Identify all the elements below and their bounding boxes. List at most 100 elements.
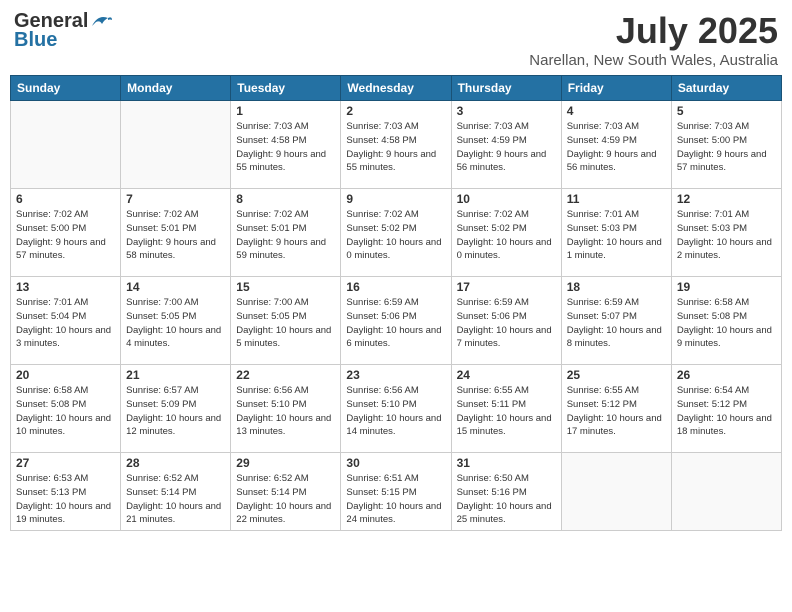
day-info: Sunrise: 7:03 AM Sunset: 4:58 PM Dayligh… <box>346 120 445 175</box>
col-saturday: Saturday <box>671 76 781 101</box>
col-friday: Friday <box>561 76 671 101</box>
day-info: Sunrise: 7:00 AM Sunset: 5:05 PM Dayligh… <box>126 296 225 351</box>
day-info: Sunrise: 6:57 AM Sunset: 5:09 PM Dayligh… <box>126 384 225 439</box>
table-row: 18 Sunrise: 6:59 AM Sunset: 5:07 PM Dayli… <box>561 277 671 365</box>
day-info: Sunrise: 7:03 AM Sunset: 4:59 PM Dayligh… <box>457 120 556 175</box>
day-info: Sunrise: 7:02 AM Sunset: 5:01 PM Dayligh… <box>236 208 335 263</box>
day-number: 1 <box>236 104 335 118</box>
day-number: 2 <box>346 104 445 118</box>
day-number: 15 <box>236 280 335 294</box>
col-wednesday: Wednesday <box>341 76 451 101</box>
table-row: 19 Sunrise: 6:58 AM Sunset: 5:08 PM Dayli… <box>671 277 781 365</box>
day-info: Sunrise: 6:51 AM Sunset: 5:15 PM Dayligh… <box>346 472 445 527</box>
table-row: 2 Sunrise: 7:03 AM Sunset: 4:58 PM Daylig… <box>341 101 451 189</box>
day-info: Sunrise: 6:59 AM Sunset: 5:07 PM Dayligh… <box>567 296 666 351</box>
table-row: 20Sunrise: 6:58 AM Sunset: 5:08 PM Dayli… <box>11 365 121 453</box>
calendar-header-row: Sunday Monday Tuesday Wednesday Thursday… <box>11 76 782 101</box>
table-row: 13 Sunrise: 7:01 AM Sunset: 5:04 PM Dayli… <box>11 277 121 365</box>
table-row: 6 Sunrise: 7:02 AM Sunset: 5:00 PM Daylig… <box>11 189 121 277</box>
table-row: 28 Sunrise: 6:52 AM Sunset: 5:14 PM Dayli… <box>121 453 231 531</box>
table-row: 1 Sunrise: 7:03 AM Sunset: 4:58 PM Daylig… <box>231 101 341 189</box>
day-number: 19 <box>677 280 776 294</box>
day-number: 25 <box>567 368 666 382</box>
table-row: 27 Sunrise: 6:53 AM Sunset: 5:13 PM Dayli… <box>11 453 121 531</box>
day-number: 30 <box>346 456 445 470</box>
col-sunday: Sunday <box>11 76 121 101</box>
calendar-table: Sunday Monday Tuesday Wednesday Thursday… <box>10 75 782 531</box>
day-number: 22 <box>236 368 335 382</box>
day-number: 11 <box>567 192 666 206</box>
day-number: 4 <box>567 104 666 118</box>
day-info: Sunrise: 6:56 AM Sunset: 5:10 PM Dayligh… <box>346 384 445 439</box>
day-info: Sunrise: 6:50 AM Sunset: 5:16 PM Dayligh… <box>457 472 556 527</box>
day-info: Sunrise: 7:01 AM Sunset: 5:04 PM Dayligh… <box>16 296 115 351</box>
day-number: 5 <box>677 104 776 118</box>
day-info: Sunrise: 7:03 AM Sunset: 5:00 PM Dayligh… <box>677 120 776 175</box>
table-row: 25Sunrise: 6:55 AM Sunset: 5:12 PM Dayli… <box>561 365 671 453</box>
day-number: 27 <box>16 456 115 470</box>
day-info: Sunrise: 6:52 AM Sunset: 5:14 PM Dayligh… <box>236 472 335 527</box>
day-number: 21 <box>126 368 225 382</box>
day-number: 3 <box>457 104 556 118</box>
day-info: Sunrise: 7:01 AM Sunset: 5:03 PM Dayligh… <box>567 208 666 263</box>
day-info: Sunrise: 6:54 AM Sunset: 5:12 PM Dayligh… <box>677 384 776 439</box>
day-info: Sunrise: 7:02 AM Sunset: 5:02 PM Dayligh… <box>457 208 556 263</box>
table-row <box>121 101 231 189</box>
table-row <box>561 453 671 531</box>
day-number: 24 <box>457 368 556 382</box>
day-info: Sunrise: 6:55 AM Sunset: 5:11 PM Dayligh… <box>457 384 556 439</box>
day-number: 13 <box>16 280 115 294</box>
col-thursday: Thursday <box>451 76 561 101</box>
table-row: 5 Sunrise: 7:03 AM Sunset: 5:00 PM Daylig… <box>671 101 781 189</box>
day-number: 16 <box>346 280 445 294</box>
table-row <box>671 453 781 531</box>
day-number: 18 <box>567 280 666 294</box>
table-row: 15 Sunrise: 7:00 AM Sunset: 5:05 PM Dayli… <box>231 277 341 365</box>
table-row: 10 Sunrise: 7:02 AM Sunset: 5:02 PM Dayli… <box>451 189 561 277</box>
day-number: 26 <box>677 368 776 382</box>
col-monday: Monday <box>121 76 231 101</box>
table-row: 14 Sunrise: 7:00 AM Sunset: 5:05 PM Dayli… <box>121 277 231 365</box>
page-header: General Blue July 2025 Narellan, New Sou… <box>10 10 782 69</box>
table-row: 17Sunrise: 6:59 AM Sunset: 5:06 PM Dayli… <box>451 277 561 365</box>
day-number: 8 <box>236 192 335 206</box>
table-row: 23 Sunrise: 6:56 AM Sunset: 5:10 PM Dayli… <box>341 365 451 453</box>
day-number: 12 <box>677 192 776 206</box>
table-row: 3 Sunrise: 7:03 AM Sunset: 4:59 PM Daylig… <box>451 101 561 189</box>
day-number: 31 <box>457 456 556 470</box>
day-info: Sunrise: 7:02 AM Sunset: 5:00 PM Dayligh… <box>16 208 115 263</box>
day-info: Sunrise: 7:00 AM Sunset: 5:05 PM Dayligh… <box>236 296 335 351</box>
table-row <box>11 101 121 189</box>
table-row: 31 Sunrise: 6:50 AM Sunset: 5:16 PM Dayli… <box>451 453 561 531</box>
logo: General Blue <box>14 10 112 52</box>
day-number: 20 <box>16 368 115 382</box>
day-info: Sunrise: 6:58 AM Sunset: 5:08 PM Dayligh… <box>677 296 776 351</box>
day-number: 28 <box>126 456 225 470</box>
day-number: 7 <box>126 192 225 206</box>
day-number: 9 <box>346 192 445 206</box>
table-row: 8 Sunrise: 7:02 AM Sunset: 5:01 PM Daylig… <box>231 189 341 277</box>
day-number: 29 <box>236 456 335 470</box>
table-row: 21 Sunrise: 6:57 AM Sunset: 5:09 PM Dayli… <box>121 365 231 453</box>
month-year-title: July 2025 <box>529 10 778 52</box>
table-row: 4Sunrise: 7:03 AM Sunset: 4:59 PM Daylig… <box>561 101 671 189</box>
table-row: 26 Sunrise: 6:54 AM Sunset: 5:12 PM Dayli… <box>671 365 781 453</box>
table-row: 7 Sunrise: 7:02 AM Sunset: 5:01 PM Daylig… <box>121 189 231 277</box>
table-row: 24 Sunrise: 6:55 AM Sunset: 5:11 PM Dayli… <box>451 365 561 453</box>
logo-blue: Blue <box>14 29 57 51</box>
day-info: Sunrise: 6:56 AM Sunset: 5:10 PM Dayligh… <box>236 384 335 439</box>
day-info: Sunrise: 7:01 AM Sunset: 5:03 PM Dayligh… <box>677 208 776 263</box>
title-section: July 2025 Narellan, New South Wales, Aus… <box>529 10 778 69</box>
day-number: 6 <box>16 192 115 206</box>
day-info: Sunrise: 6:52 AM Sunset: 5:14 PM Dayligh… <box>126 472 225 527</box>
day-info: Sunrise: 7:02 AM Sunset: 5:01 PM Dayligh… <box>126 208 225 263</box>
day-number: 23 <box>346 368 445 382</box>
day-info: Sunrise: 7:03 AM Sunset: 4:58 PM Dayligh… <box>236 120 335 175</box>
day-number: 10 <box>457 192 556 206</box>
day-number: 17 <box>457 280 556 294</box>
day-number: 14 <box>126 280 225 294</box>
table-row: 29 Sunrise: 6:52 AM Sunset: 5:14 PM Dayli… <box>231 453 341 531</box>
day-info: Sunrise: 6:59 AM Sunset: 5:06 PM Dayligh… <box>346 296 445 351</box>
day-info: Sunrise: 6:53 AM Sunset: 5:13 PM Dayligh… <box>16 472 115 527</box>
table-row: 12 Sunrise: 7:01 AM Sunset: 5:03 PM Dayli… <box>671 189 781 277</box>
